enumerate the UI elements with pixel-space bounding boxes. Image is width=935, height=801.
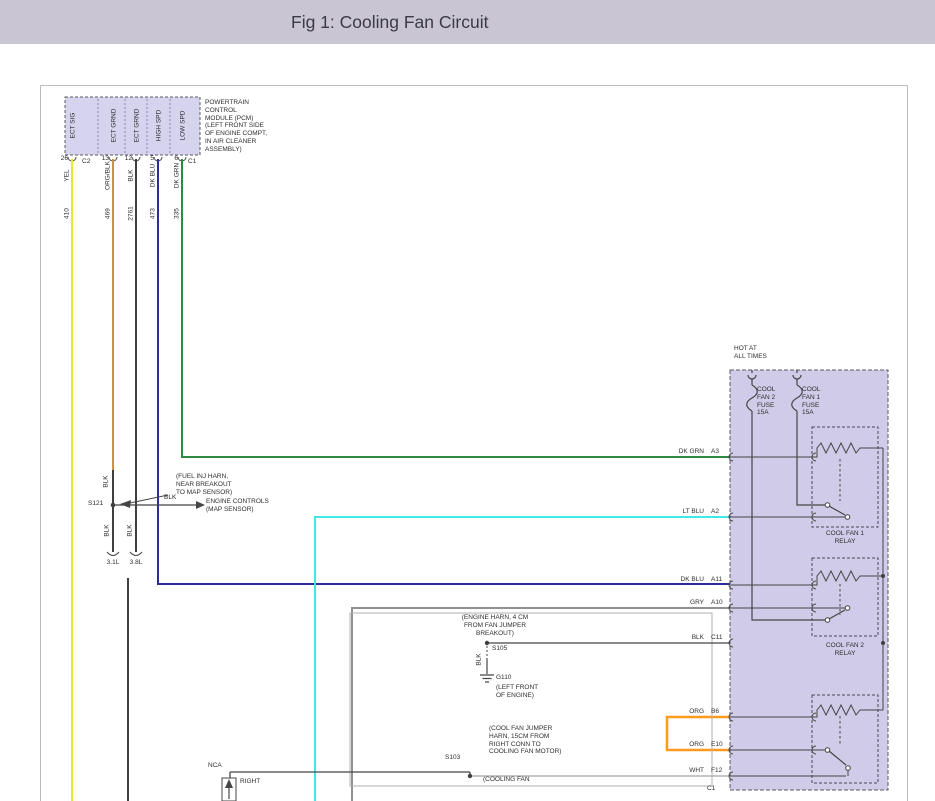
pin-wire-color: LT BLU <box>642 508 704 516</box>
s103-splice-label: S103 <box>445 754 460 762</box>
pcm-description: POWERTRAIN CONTROL MODULE (PCM) (LEFT FR… <box>205 99 267 154</box>
engine-variant-label: 3.8L <box>121 559 151 567</box>
engine-harness-note: (ENGINE HARN, 4 CM FROM FAN JUMPER BREAK… <box>455 614 535 637</box>
pin-id: A3 <box>711 448 719 456</box>
pin-wire-color: ORG <box>642 741 704 749</box>
pin-wire-color: DK GRN <box>642 448 704 456</box>
s121-splice-dot <box>111 503 116 508</box>
pin-id: C11 <box>711 634 722 642</box>
pin-wire-color: BLK <box>642 634 704 642</box>
pin-id: E10 <box>711 741 723 749</box>
s121-splice-label: S121 <box>88 500 103 508</box>
pin-id: A11 <box>711 576 722 584</box>
power-note: HOT AT ALL TIMES <box>734 345 767 361</box>
wire-dkgrn-low-spd <box>182 159 730 457</box>
wire-circuit-number: 335 <box>174 174 181 254</box>
fan-connector-id: C1 <box>707 785 715 793</box>
rail-junction-dot-2 <box>881 641 885 645</box>
pin-wire-color: DK BLU <box>642 576 704 584</box>
pin-id: A10 <box>711 599 723 607</box>
s121-wire-color: BLK <box>164 494 176 502</box>
s105-splice-dot <box>485 641 489 645</box>
pcm-connector-id: C1 <box>188 158 196 166</box>
map-sensor-arrowhead <box>196 501 205 509</box>
right-fan-label: RIGHT <box>240 778 260 786</box>
engine-variant-braces <box>107 552 142 556</box>
nca-label: NCA <box>208 762 222 770</box>
pcm-pin-label: HIGH SPD <box>156 86 163 166</box>
map-sensor-target: ENGINE CONTROLS (MAP SENSOR) <box>206 498 269 514</box>
figure-header: Fig 1: Cooling Fan Circuit <box>0 0 935 44</box>
wire-circuit-number: 2761 <box>128 174 135 254</box>
fuse-label: COOL FAN 2 FUSE 15A <box>757 386 775 417</box>
pin-id: F12 <box>711 767 722 775</box>
fuse-label: COOL FAN 1 FUSE 15A <box>802 386 820 417</box>
wire-circuit-number: 410 <box>64 174 71 254</box>
pcm-pin-label: LOW SPD <box>180 86 187 166</box>
relay-2-out-contact <box>845 606 850 611</box>
blk-wire-label: BLK <box>476 620 483 700</box>
pcm-connector-id: C2 <box>82 158 90 166</box>
wire-circuit-number: 473 <box>150 174 157 254</box>
pin-wire-color: GRY <box>642 599 704 607</box>
rail-junction-dot-1 <box>881 574 885 578</box>
relay-3-out-contact <box>846 766 851 771</box>
relay-panel-box <box>730 370 888 790</box>
s103-splice-dot <box>468 774 472 778</box>
pin-wire-color: WHT <box>642 767 704 775</box>
g110-ground-label: G110 <box>496 674 511 682</box>
pcm-pin-label: ECT GRND <box>111 86 118 166</box>
relay-label: COOL FAN 1 RELAY <box>810 530 880 546</box>
ground-location: (LEFT FRONT OF ENGINE) <box>496 684 538 700</box>
fuel-inj-harness-note: (FUEL INJ HARN, NEAR BREAKOUT TO MAP SEN… <box>176 473 232 496</box>
pin-id: B6 <box>711 708 719 716</box>
wire-dkblu-high-spd <box>158 159 730 584</box>
s105-splice-label: S105 <box>492 645 507 653</box>
figure-title: Fig 1: Cooling Fan Circuit <box>291 12 488 33</box>
wire-ltblu-fan <box>315 517 730 801</box>
wire-circuit-number: 469 <box>105 174 112 254</box>
relay-label: COOL FAN 2 RELAY <box>810 642 880 658</box>
pin-id: A2 <box>711 508 719 516</box>
pin-wire-color: ORG <box>642 708 704 716</box>
pcm-pin-label: ECT SIG <box>70 86 77 166</box>
pcm-pin-label: ECT GRND <box>134 86 141 166</box>
relay-1-out-contact <box>845 515 850 520</box>
cooling-fan-label: (COOLING FAN <box>483 776 530 784</box>
fan-jumper-note: (COOL FAN JUMPER HARN, 15CM FROM RIGHT C… <box>489 725 561 756</box>
